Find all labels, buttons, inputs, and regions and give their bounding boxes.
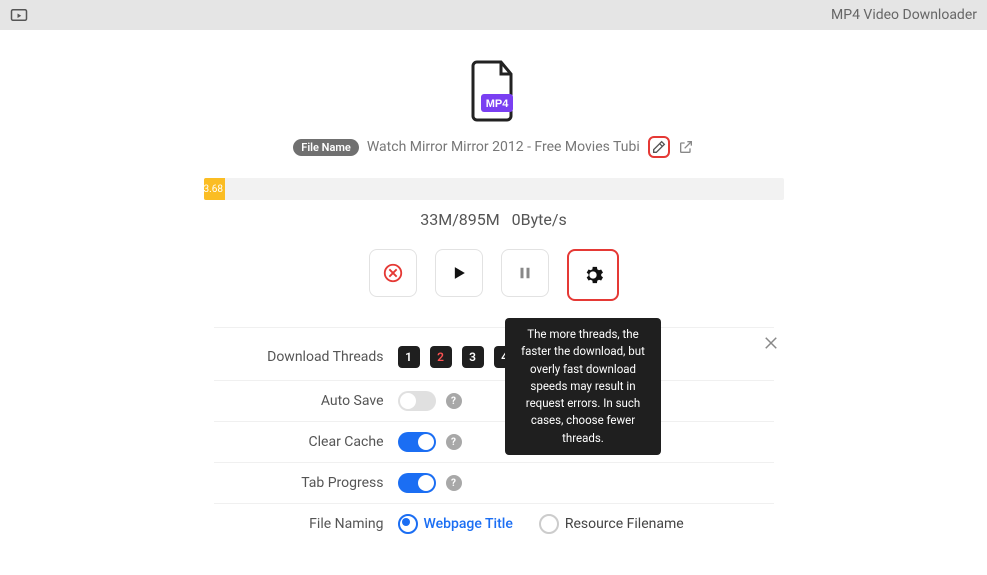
- tab-progress-label: Tab Progress: [214, 475, 398, 491]
- play-button[interactable]: [435, 249, 483, 297]
- radio-icon: [539, 514, 559, 534]
- filename-row: File Name Watch Mirror Mirror 2012 - Fre…: [0, 136, 987, 158]
- app-title: MP4 Video Downloader: [831, 7, 977, 23]
- radio-label: Resource Filename: [565, 516, 684, 532]
- svg-text:MP4: MP4: [485, 98, 509, 110]
- mp4-file-icon: MP4: [467, 60, 521, 122]
- threads-option-2[interactable]: 2: [430, 346, 452, 368]
- file-naming-webpage-title[interactable]: Webpage Title: [398, 514, 513, 534]
- settings-panel: Download Threads 1 2 3 4 ? Auto Save ? C…: [214, 327, 774, 544]
- progress-bar: 3.68: [204, 178, 784, 200]
- size-stat: 33M/895M: [420, 210, 500, 229]
- auto-save-help[interactable]: ?: [446, 393, 462, 409]
- clear-cache-help[interactable]: ?: [446, 434, 462, 450]
- video-app-icon: [10, 6, 28, 24]
- threads-tooltip: The more threads, the faster the downloa…: [505, 318, 661, 455]
- filename-pill: File Name: [293, 139, 359, 156]
- threads-option-3[interactable]: 3: [462, 346, 484, 368]
- open-external-button[interactable]: [678, 139, 694, 155]
- control-bar: [0, 249, 987, 301]
- speed-stat: 0Byte/s: [512, 210, 567, 229]
- title-bar: MP4 Video Downloader: [0, 0, 987, 30]
- threads-option-1[interactable]: 1: [398, 346, 420, 368]
- clear-cache-toggle[interactable]: [398, 432, 436, 452]
- clear-cache-label: Clear Cache: [214, 434, 398, 450]
- tab-progress-help[interactable]: ?: [446, 475, 462, 491]
- pause-button[interactable]: [501, 249, 549, 297]
- cancel-button[interactable]: [369, 249, 417, 297]
- download-stats: 33M/895M 0Byte/s: [0, 210, 987, 229]
- file-name-text: Watch Mirror Mirror 2012 - Free Movies T…: [367, 139, 640, 155]
- progress-fill: 3.68: [204, 178, 225, 200]
- tab-progress-toggle[interactable]: [398, 473, 436, 493]
- auto-save-toggle[interactable]: [398, 391, 436, 411]
- radio-label: Webpage Title: [424, 516, 513, 532]
- radio-icon: [398, 514, 418, 534]
- close-panel-button[interactable]: [762, 334, 780, 355]
- file-naming-resource-filename[interactable]: Resource Filename: [539, 514, 684, 534]
- edit-filename-button[interactable]: [648, 136, 670, 158]
- threads-label: Download Threads: [214, 349, 398, 365]
- settings-button[interactable]: [567, 249, 619, 301]
- auto-save-label: Auto Save: [214, 393, 398, 409]
- file-naming-label: File Naming: [214, 516, 398, 532]
